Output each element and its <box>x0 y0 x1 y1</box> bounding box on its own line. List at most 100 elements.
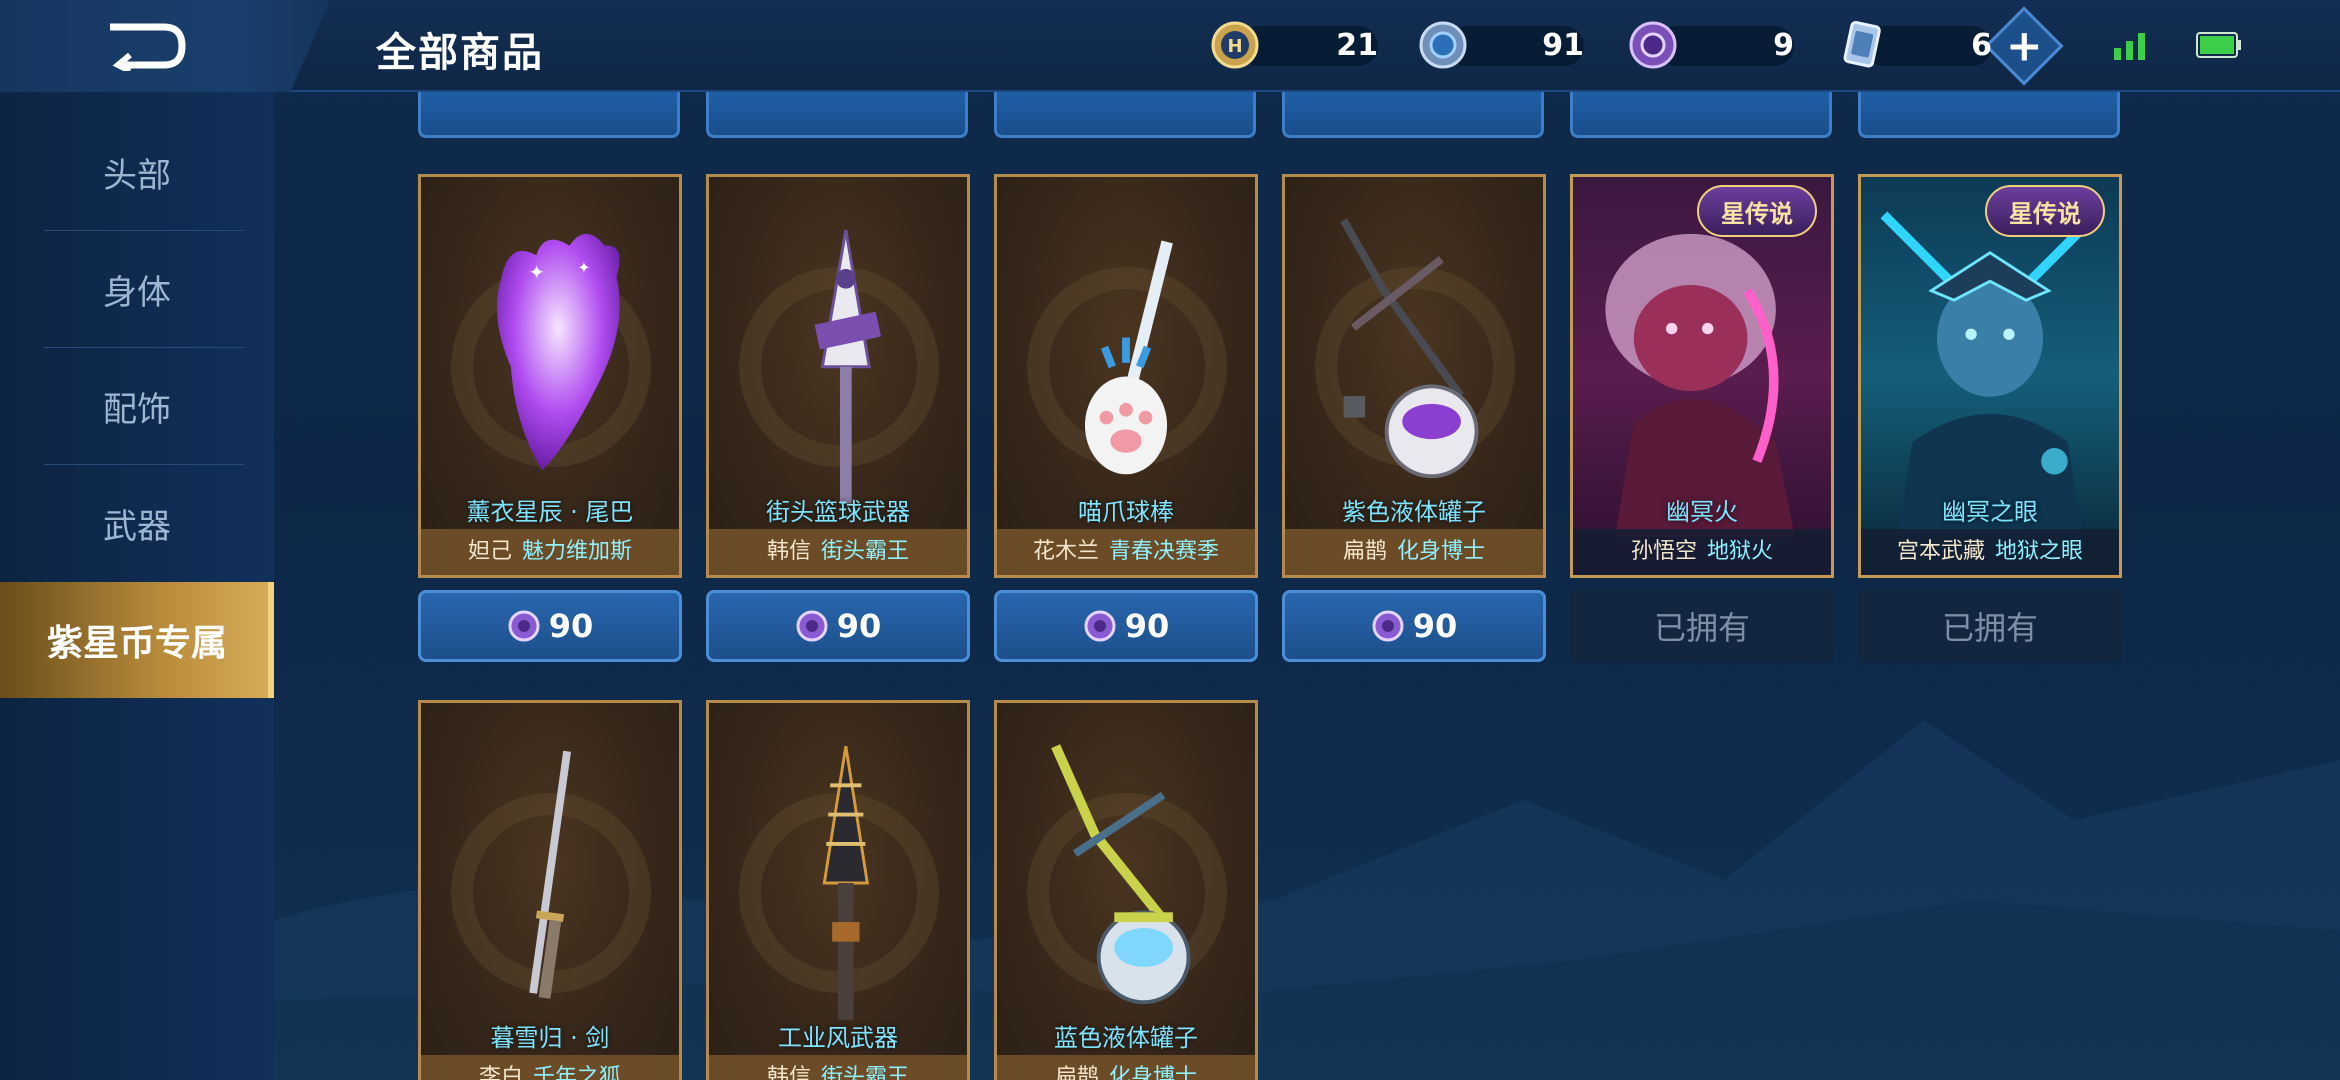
owned-status: 已拥有 <box>1570 590 1834 662</box>
tail-item-icon: ✦ ✦ <box>496 233 620 471</box>
legend-badge: 星传说 <box>1697 185 1817 237</box>
product-name: 街头篮球武器 <box>766 498 910 526</box>
add-currency-button[interactable]: + <box>1984 6 2064 86</box>
product-source: 孙悟空 地狱火 <box>1573 529 1831 575</box>
basketball-weapon-icon <box>814 229 882 504</box>
price-value: 90 <box>1124 607 1170 645</box>
hero-name: 宫本武藏 <box>1896 539 1985 564</box>
price-button[interactable] <box>1570 92 1832 138</box>
price-value: 90 <box>548 607 594 645</box>
skin-name: 街头霸王 <box>821 539 910 564</box>
purple-star-coin-icon <box>1372 610 1404 642</box>
skin-name: 化身博士 <box>1109 1065 1198 1080</box>
buy-button[interactable]: 90 <box>1282 590 1546 662</box>
sidebar-item-label: 武器 <box>103 506 171 547</box>
product-source: 花木兰 青春决赛季 <box>997 529 1255 575</box>
sidebar-item-label: 紫星币专属 <box>46 623 227 664</box>
price-button[interactable] <box>706 92 968 138</box>
purple-star-coin-icon <box>508 610 540 642</box>
buy-button[interactable]: 90 <box>994 590 1258 662</box>
purple-star-coin-value: 9 <box>1773 28 1794 63</box>
purple-star-coin-icon <box>796 610 828 642</box>
currency-purple-star: 9 <box>1626 18 1794 72</box>
sidebar-item-head[interactable]: 头部 <box>0 114 274 230</box>
price-button[interactable] <box>994 92 1256 138</box>
skin-name: 地狱之眼 <box>1995 539 2084 564</box>
product-source: 李白 千年之狐 <box>421 1055 679 1080</box>
buy-button[interactable]: 90 <box>418 590 682 662</box>
gold-token-value: 21 <box>1336 28 1378 63</box>
product-card[interactable]: 暮雪归 · 剑 李白 千年之狐 <box>418 700 682 1080</box>
legend-badge: 星传说 <box>1985 185 2105 237</box>
product-name: 喵爪球棒 <box>1078 498 1174 526</box>
hero-name: 孙悟空 <box>1630 539 1697 564</box>
skin-name: 街头霸王 <box>821 1065 910 1080</box>
product-name: 工业风武器 <box>778 1024 898 1052</box>
product-name: 薰衣星辰 · 尾巴 <box>466 498 634 526</box>
skin-name: 地狱火 <box>1707 539 1774 564</box>
product-source: 韩信 街头霸王 <box>709 1055 967 1080</box>
page-title: 全部商品 <box>376 30 544 76</box>
battery-icon <box>2196 32 2241 58</box>
plus-icon: + <box>2005 20 2043 71</box>
sidebar-item-weapon[interactable]: 武器 <box>0 465 274 581</box>
svg-text:H: H <box>1227 36 1242 57</box>
product-source: 韩信 街头霸王 <box>709 529 967 575</box>
product-name: 幽冥之眼 <box>1942 498 2038 526</box>
product-source: 宫本武藏 地狱之眼 <box>1861 529 2119 575</box>
currency-gold-token: H 21 <box>1208 18 1378 72</box>
product-source: 扁鹊 化身博士 <box>1285 529 1543 575</box>
currency-card-ticket: 6 <box>1834 18 1992 72</box>
product-card[interactable]: ✦ ✦ 薰衣星辰 · 尾巴 妲己 魅力维加斯 <box>418 174 682 578</box>
product-card[interactable]: 喵爪球棒 花木兰 青春决赛季 <box>994 174 1258 578</box>
buy-button[interactable]: 90 <box>706 590 970 662</box>
back-button[interactable] <box>0 0 330 92</box>
category-sidebar: 头部 身体 配饰 武器 紫星币专属 <box>0 92 274 1080</box>
svg-text:✦: ✦ <box>577 258 590 277</box>
svg-text:✦: ✦ <box>529 261 545 284</box>
product-source: 扁鹊 化身博士 <box>997 1055 1255 1080</box>
sidebar-item-purple-star-exclusive[interactable]: 紫星币专属 <box>0 582 274 698</box>
sword-item-icon <box>529 750 572 999</box>
legend-skin-card[interactable]: 星传说 幽冥之眼 宫本武藏 地狱之眼 <box>1858 174 2122 578</box>
currency-blue-coin: 91 <box>1416 18 1584 72</box>
product-name: 幽冥火 <box>1666 498 1738 526</box>
back-arrow-icon <box>110 23 186 71</box>
price-button[interactable] <box>418 92 680 138</box>
product-card[interactable]: 街头篮球武器 韩信 街头霸王 <box>706 174 970 578</box>
legend-skin-card[interactable]: 星传说 幽冥火 孙悟空 地狱火 <box>1570 174 1834 578</box>
product-name: 紫色液体罐子 <box>1342 498 1486 526</box>
sidebar-item-body[interactable]: 身体 <box>0 231 274 347</box>
blue-potion-jar-icon <box>1051 744 1191 1005</box>
skin-name: 青春决赛季 <box>1109 539 1220 564</box>
signal-icon <box>2114 33 2145 60</box>
hero-name: 花木兰 <box>1032 539 1099 564</box>
sidebar-item-accessory[interactable]: 配饰 <box>0 348 274 464</box>
hero-name: 韩信 <box>766 539 811 564</box>
product-name: 蓝色液体罐子 <box>1054 1024 1198 1052</box>
product-name: 暮雪归 · 剑 <box>490 1024 610 1052</box>
product-card[interactable]: 蓝色液体罐子 扁鹊 化身博士 <box>994 700 1258 1080</box>
price-value: 90 <box>836 607 882 645</box>
hero-name: 扁鹊 <box>1054 1065 1099 1080</box>
card-ticket-icon <box>1843 21 1881 68</box>
hero-name: 韩信 <box>766 1065 811 1080</box>
blue-coin-icon <box>1419 21 1467 69</box>
sidebar-item-label: 头部 <box>103 155 171 196</box>
price-button[interactable] <box>1282 92 1544 138</box>
hero-name: 李白 <box>478 1065 523 1080</box>
hero-name: 扁鹊 <box>1342 539 1387 564</box>
skin-name: 千年之狐 <box>533 1065 622 1080</box>
hero-name: 妲己 <box>467 539 512 564</box>
cat-paw-bat-icon <box>1084 240 1173 475</box>
purple-star-coin-icon <box>1084 610 1116 642</box>
purple-potion-jar-icon <box>1340 218 1479 479</box>
product-card[interactable]: 工业风武器 韩信 街头霸王 <box>706 700 970 1080</box>
sidebar-item-label: 配饰 <box>103 389 171 430</box>
card-ticket-value: 6 <box>1971 28 1992 63</box>
product-card[interactable]: 紫色液体罐子 扁鹊 化身博士 <box>1282 174 1546 578</box>
sidebar-item-label: 身体 <box>103 272 171 313</box>
product-source: 妲己 魅力维加斯 <box>421 529 679 575</box>
price-value: 90 <box>1412 607 1458 645</box>
price-button[interactable] <box>1858 92 2120 138</box>
